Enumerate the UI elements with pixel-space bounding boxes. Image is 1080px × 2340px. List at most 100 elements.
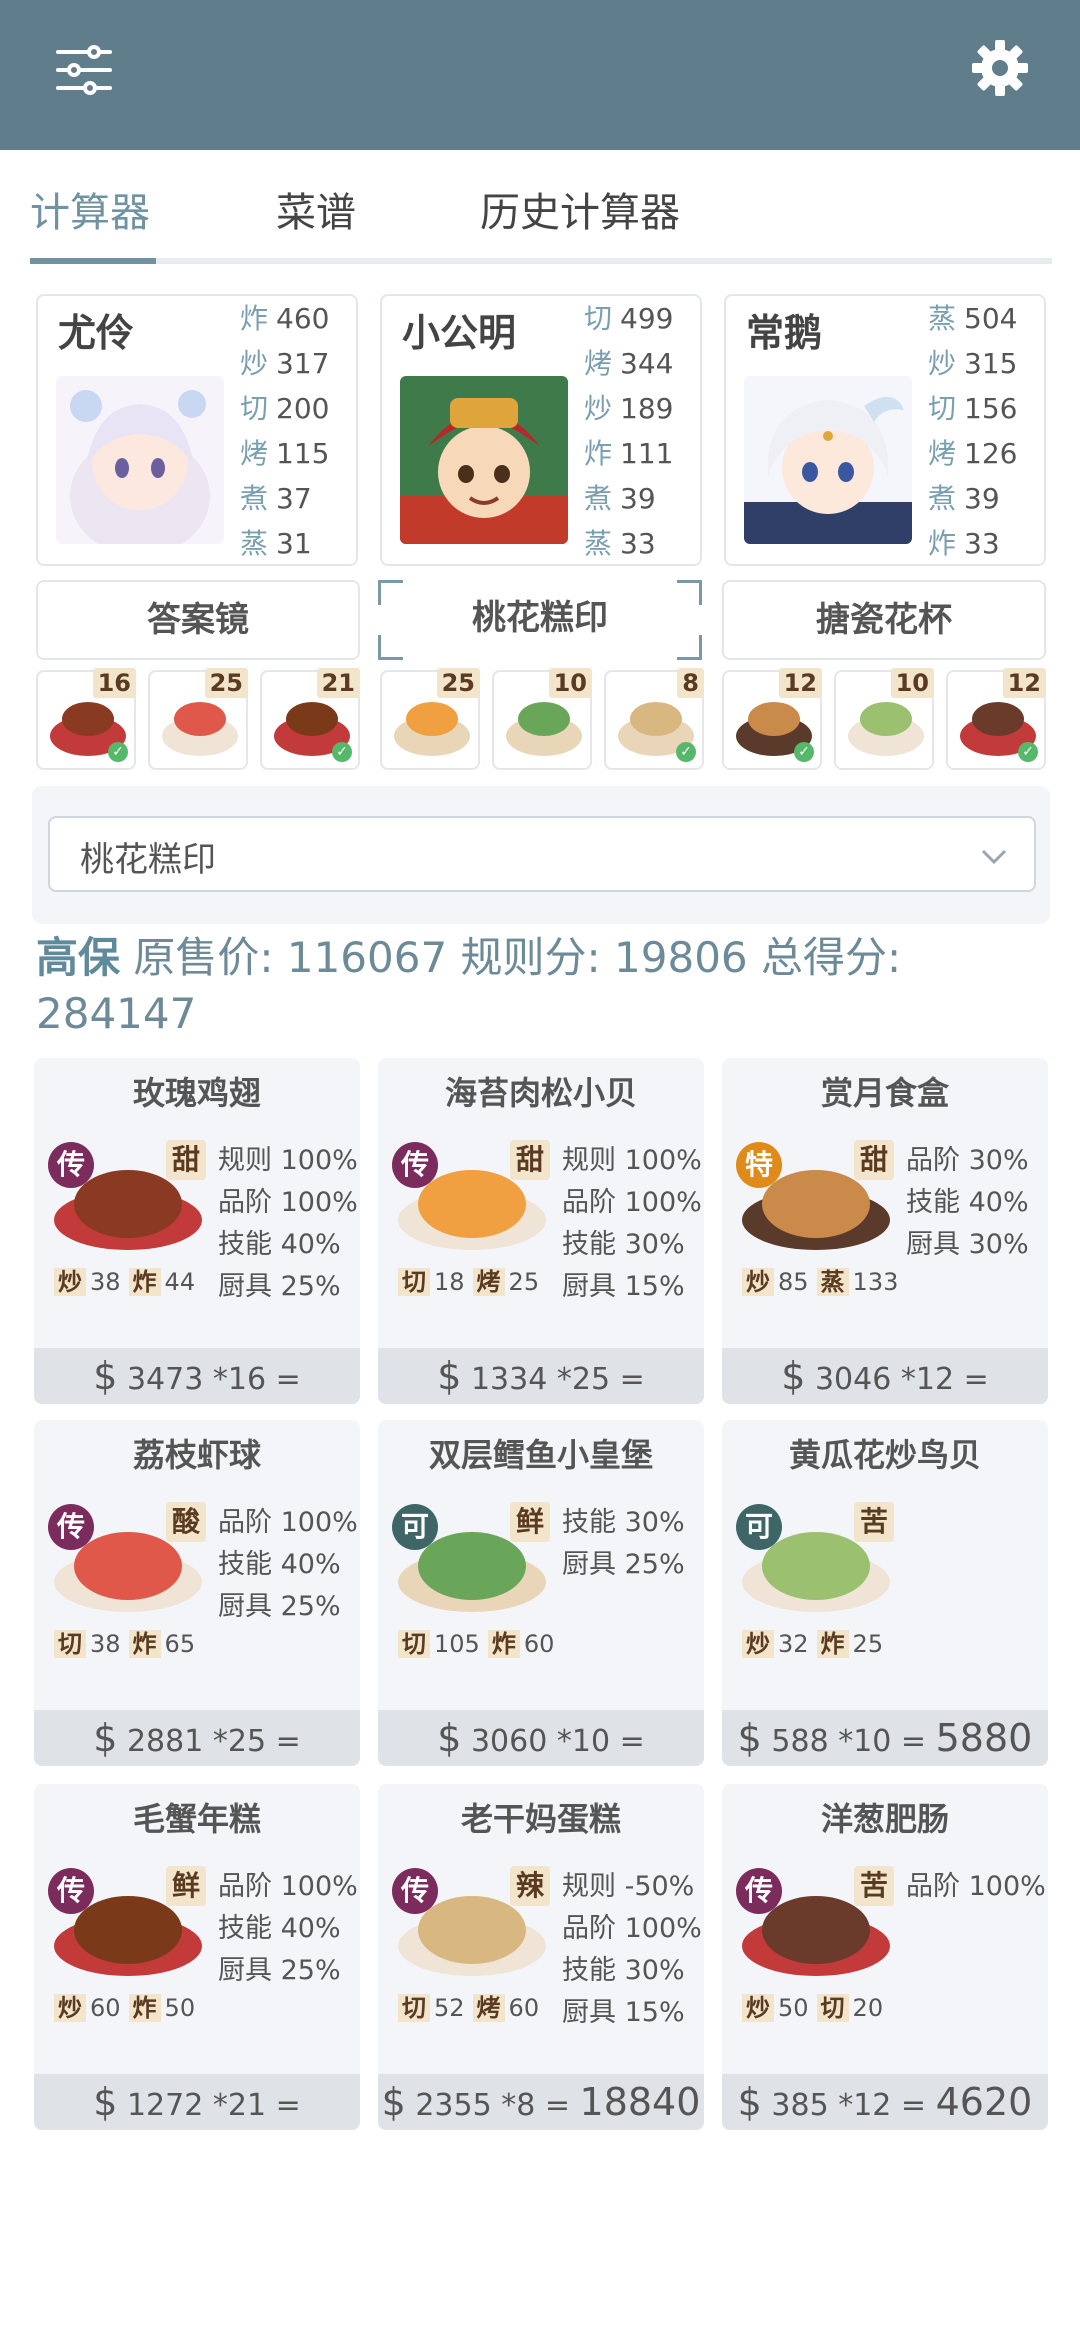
recipe-count: 12 <box>778 668 822 698</box>
recipe-price-row: $ 2355 *8 = 18840 <box>378 2074 704 2130</box>
recipe-price-row: $ 2881 *25 = 72025 <box>34 1710 360 1766</box>
chef-card[interactable]: 尤伶 炸 460 炒 317 切 200 烤 115 煮 37 蒸 31 <box>36 294 358 566</box>
recipe-stats: 品阶 30% 技能 40% 厨具 30% <box>906 1140 1029 1266</box>
rarity-badge: 传 <box>392 1868 438 1914</box>
total-price: 5880 <box>935 1716 1033 1760</box>
sliders-icon[interactable] <box>54 40 114 100</box>
recipe-thumb[interactable]: 16 ✓ <box>36 668 136 770</box>
rarity-badge: 传 <box>48 1504 94 1550</box>
recipe-stat: 技能 40% <box>218 1229 341 1260</box>
rarity-badge: 传 <box>48 1142 94 1188</box>
chef-skill: 煮 39 <box>928 482 1000 515</box>
recipe-card[interactable]: 黄瓜花炒鸟贝可 苦炒 32 炸 25 $ 588 *10 = 5880 <box>722 1420 1048 1766</box>
recipe-thumb[interactable]: 21 ✓ <box>260 668 360 770</box>
recipe-card[interactable]: 玫瑰鸡翅传 甜规则 100% 品阶 100% 技能 40% 厨具 25% 炒 38 炸 44 $ … <box>34 1058 360 1404</box>
flavor-tag: 酸 <box>166 1502 207 1542</box>
recipe-stat: 技能 30% <box>562 1955 685 1986</box>
unit-price: 3046 <box>814 1362 892 1397</box>
recipe-price-row: $ 1272 *21 = 26712 <box>34 2074 360 2130</box>
chef-skill: 炒 315 <box>928 347 1018 380</box>
recipe-stats: 品阶 100% 技能 40% 厨具 25% <box>218 1866 358 1992</box>
tab-calculator[interactable]: 计算器 <box>30 180 150 238</box>
chef-skill: 蒸 33 <box>584 527 656 560</box>
recipe-card[interactable]: 荔枝虾球传 酸品阶 100% 技能 40% 厨具 25% 切 38 炸 65 $ 2881 *2… <box>34 1420 360 1766</box>
recipe-card[interactable]: 毛蟹年糕传 鲜品阶 100% 技能 40% 厨具 25% 炒 60 炸 50 $ 1272 *2… <box>34 1784 360 2130</box>
recipe-thumb[interactable]: 10 <box>834 668 934 770</box>
tab-recipes[interactable]: 菜谱 <box>276 180 356 238</box>
recipe-requirements: 炒 38 炸 44 <box>54 1262 203 1297</box>
dollar-icon: $ <box>781 1354 806 1398</box>
recipe-requirements: 切 38 炸 65 <box>54 1624 203 1659</box>
recipe-card[interactable]: 老干妈蛋糕传 辣规则 -50% 品阶 100% 技能 30% 厨具 15% 切 52 烤 60 $… <box>378 1784 704 2130</box>
dollar-icon: $ <box>437 1354 462 1398</box>
dollar-icon: $ <box>93 2080 118 2124</box>
recipe-card[interactable]: 海苔肉松小贝传 甜规则 100% 品阶 100% 技能 30% 厨具 15% 切 18 烤 25… <box>378 1058 704 1404</box>
recipe-stat: 规则 100% <box>562 1145 702 1176</box>
chef-skill: 炒 189 <box>584 392 674 425</box>
unit-price: 588 <box>771 1724 829 1759</box>
recipe-thumb[interactable]: 12 ✓ <box>722 668 822 770</box>
recipe-thumb[interactable]: 8 ✓ <box>604 668 704 770</box>
dollar-icon: $ <box>93 1716 118 1760</box>
flavor-tag: 苦 <box>854 1502 895 1542</box>
total-price: 4620 <box>935 2080 1033 2124</box>
equipment-button[interactable]: 搪瓷花杯 <box>722 580 1046 660</box>
chef-skill: 烤 126 <box>928 437 1018 470</box>
chef-skill: 煮 39 <box>584 482 656 515</box>
check-icon: ✓ <box>332 742 352 762</box>
tab-history-calculator[interactable]: 历史计算器 <box>480 180 680 238</box>
recipe-name: 赏月食盒 <box>820 1074 949 1112</box>
requirement-chip: 切 38 <box>54 1624 121 1659</box>
chef-skill: 烤 115 <box>240 437 330 470</box>
quantity: *12 <box>900 1362 955 1397</box>
equipment-button-selected[interactable]: 桃花糕印 <box>378 580 702 660</box>
chef-skill-list: 蒸 504 炒 315 切 156 烤 126 煮 39 炸 33 <box>928 296 1048 566</box>
recipe-name: 黄瓜花炒鸟贝 <box>788 1436 981 1474</box>
recipe-stat: 厨具 30% <box>906 1229 1029 1260</box>
requirement-chip: 炒 60 <box>54 1988 121 2023</box>
recipe-stat: 技能 40% <box>218 1549 341 1580</box>
recipe-thumb[interactable]: 25 <box>148 668 248 770</box>
recipe-thumb[interactable]: 10 <box>492 668 592 770</box>
requirement-chip: 炸 60 <box>487 1624 554 1659</box>
recipe-stat: 品阶 100% <box>218 1507 358 1538</box>
gear-icon[interactable] <box>970 38 1030 98</box>
recipe-name: 老干妈蛋糕 <box>460 1800 621 1838</box>
rarity-badge: 特 <box>736 1142 782 1188</box>
recipe-thumb[interactable]: 25 <box>380 668 480 770</box>
recipe-count: 21 <box>316 668 360 698</box>
equipment-select[interactable]: 桃花糕印 <box>48 816 1036 892</box>
recipe-name: 双层鳕鱼小皇堡 <box>428 1436 653 1474</box>
tab-underline <box>30 258 1052 264</box>
chef-avatar <box>56 376 224 544</box>
requirement-chip: 蒸 133 <box>816 1262 898 1297</box>
recipe-stat: 品阶 30% <box>906 1145 1029 1176</box>
dollar-icon: $ <box>93 1354 118 1398</box>
chef-card[interactable]: 小公明 切 499 烤 344 炒 189 炸 111 煮 39 蒸 33 <box>380 294 702 566</box>
recipe-stat: 厨具 15% <box>562 1271 685 1302</box>
recipe-card[interactable]: 赏月食盒特甜品阶 30% 技能 40% 厨具 30% 炒 85 蒸 133 $ 3046 *1… <box>722 1058 1048 1404</box>
equipment-label: 桃花糕印 <box>472 598 608 638</box>
recipe-card[interactable]: 洋葱肥肠传 苦品阶 100% 炒 50 切 20 $ 385 *12 = 4620 <box>722 1784 1048 2130</box>
requirement-chip: 烤 60 <box>472 1988 539 2023</box>
equipment-select-panel: 桃花糕印 <box>32 786 1050 924</box>
recipe-card[interactable]: 双层鳕鱼小皇堡可 鲜技能 30% 厨具 25% 切 105 炸 60 $ 3060 *10 =… <box>378 1420 704 1766</box>
chef-card[interactable]: 常鹅 蒸 504 炒 315 切 156 烤 126 煮 39 炸 33 <box>724 294 1046 566</box>
requirement-chip: 炒 32 <box>742 1624 809 1659</box>
tab-active-indicator <box>30 258 156 264</box>
recipe-stat: 技能 30% <box>562 1229 685 1260</box>
chef-skill: 蒸 31 <box>240 527 312 560</box>
chef-skill: 切 200 <box>240 392 330 425</box>
recipe-stats: 规则 -50% 品阶 100% 技能 30% 厨具 15% <box>562 1866 702 2034</box>
recipe-stat: 厨具 25% <box>218 1955 341 1986</box>
requirement-chip: 炸 44 <box>128 1262 195 1297</box>
recipe-thumb[interactable]: 12 ✓ <box>946 668 1046 770</box>
rarity-badge: 传 <box>736 1868 782 1914</box>
recipe-price-row: $ 3473 *16 = 55568 <box>34 1348 360 1404</box>
requirement-chip: 炸 50 <box>128 1988 195 2023</box>
recipe-stat: 品阶 100% <box>562 1187 702 1218</box>
recipe-stat: 技能 40% <box>906 1187 1029 1218</box>
recipe-requirements: 炒 50 切 20 <box>742 1988 891 2023</box>
equipment-button[interactable]: 答案镜 <box>36 580 360 660</box>
recipe-name: 荔枝虾球 <box>132 1436 261 1474</box>
